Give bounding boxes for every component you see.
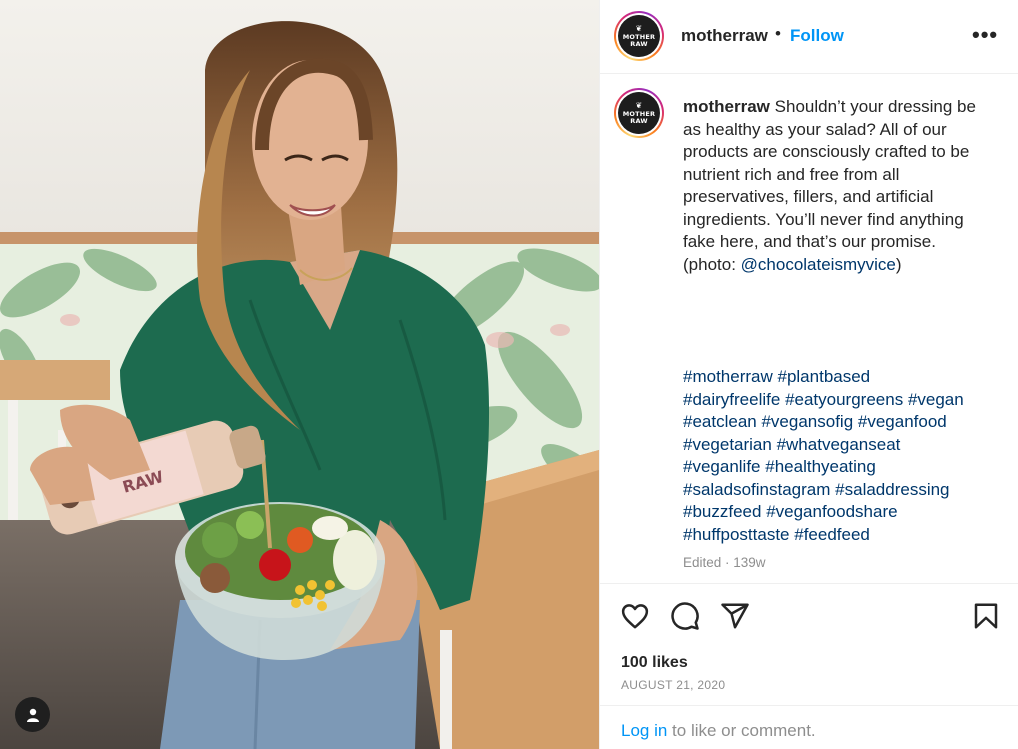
hashtag-link[interactable]: #motherraw <box>683 367 773 386</box>
heart-icon[interactable] <box>620 601 650 631</box>
paper-plane-icon[interactable] <box>720 601 750 631</box>
caption-avatar[interactable]: ❦ MOTHER RAW <box>614 88 664 138</box>
hashtag-link[interactable]: #vegan <box>908 390 964 409</box>
hashtag-list: #motherraw #plantbased #dairyfreelife #e… <box>683 366 983 546</box>
hashtag-link[interactable]: #huffposttaste <box>683 525 790 544</box>
mention-link[interactable]: @chocolateismyvice <box>741 255 896 274</box>
like-count[interactable]: 100 likes <box>621 654 688 672</box>
post-photo[interactable]: RAW <box>0 0 599 749</box>
hashtag-link[interactable]: #veganfood <box>858 412 947 431</box>
caption-section: ❦ MOTHER RAW motherraw Shouldn’t your dr… <box>600 74 1018 584</box>
hashtag-link[interactable]: #vegetarian <box>683 435 772 454</box>
hashtag-link[interactable]: #plantbased <box>778 367 871 386</box>
header-separator: • <box>775 24 781 43</box>
leaf-icon: ❦ <box>635 100 643 110</box>
login-prompt-text: Log in to like or comment. <box>621 721 816 741</box>
hashtag-link[interactable]: #veganlife <box>683 457 761 476</box>
hashtag-link[interactable]: #eatclean <box>683 412 757 431</box>
caption-body: Shouldn’t your dressing be as healthy as… <box>683 97 976 274</box>
edited-timestamp[interactable]: Edited · 139w <box>683 555 766 570</box>
hashtag-link[interactable]: #buzzfeed <box>683 502 761 521</box>
more-options-icon[interactable]: ••• <box>972 22 998 48</box>
post-header: ❦ MOTHER RAW motherraw • Follow ••• <box>600 0 1018 74</box>
action-bar <box>600 585 1018 645</box>
hashtag-link[interactable]: #saladsofinstagram <box>683 480 830 499</box>
caption-text: motherraw Shouldn’t your dressing be as … <box>683 96 983 276</box>
hashtag-link[interactable]: #eatyourgreens <box>785 390 903 409</box>
post-side-panel: ❦ MOTHER RAW motherraw • Follow ••• ❦ MO… <box>599 0 1018 749</box>
tagged-user-button[interactable] <box>15 697 50 732</box>
caption-end: ) <box>895 254 902 274</box>
header-username-link[interactable]: motherraw <box>681 26 768 46</box>
hashtag-link[interactable]: #saladdressing <box>835 480 949 499</box>
photo-scene: RAW <box>0 0 599 749</box>
caption-username-link[interactable]: motherraw <box>683 97 770 116</box>
bookmark-icon[interactable] <box>971 601 1001 631</box>
follow-button[interactable]: Follow <box>790 26 844 46</box>
hashtag-link[interactable]: #whatveganseat <box>777 435 901 454</box>
avatar-border: ❦ MOTHER RAW <box>616 90 662 136</box>
login-link[interactable]: Log in <box>621 721 667 740</box>
hashtag-link[interactable]: #feedfeed <box>794 525 870 544</box>
mother-raw-logo: ❦ MOTHER RAW <box>618 15 660 57</box>
user-icon <box>26 708 39 722</box>
post-date[interactable]: AUGUST 21, 2020 <box>621 678 725 692</box>
hashtag-link[interactable]: #vegansofig <box>761 412 853 431</box>
avatar-text-line2: RAW <box>630 39 648 48</box>
leaf-icon: ❦ <box>635 23 643 33</box>
avatar-border: ❦ MOTHER RAW <box>616 13 662 59</box>
login-prompt-rest: to like or comment. <box>667 721 816 740</box>
hashtag-link[interactable]: #healthyeating <box>765 457 876 476</box>
hashtag-link[interactable]: #dairyfreelife <box>683 390 780 409</box>
mother-raw-logo: ❦ MOTHER RAW <box>618 92 660 134</box>
avatar-text-line2: RAW <box>630 116 648 125</box>
avatar[interactable]: ❦ MOTHER RAW <box>614 11 664 61</box>
login-prompt: Log in to like or comment. <box>600 705 1018 749</box>
hashtag-link[interactable]: #veganfoodshare <box>766 502 897 521</box>
comment-icon[interactable] <box>670 601 700 631</box>
